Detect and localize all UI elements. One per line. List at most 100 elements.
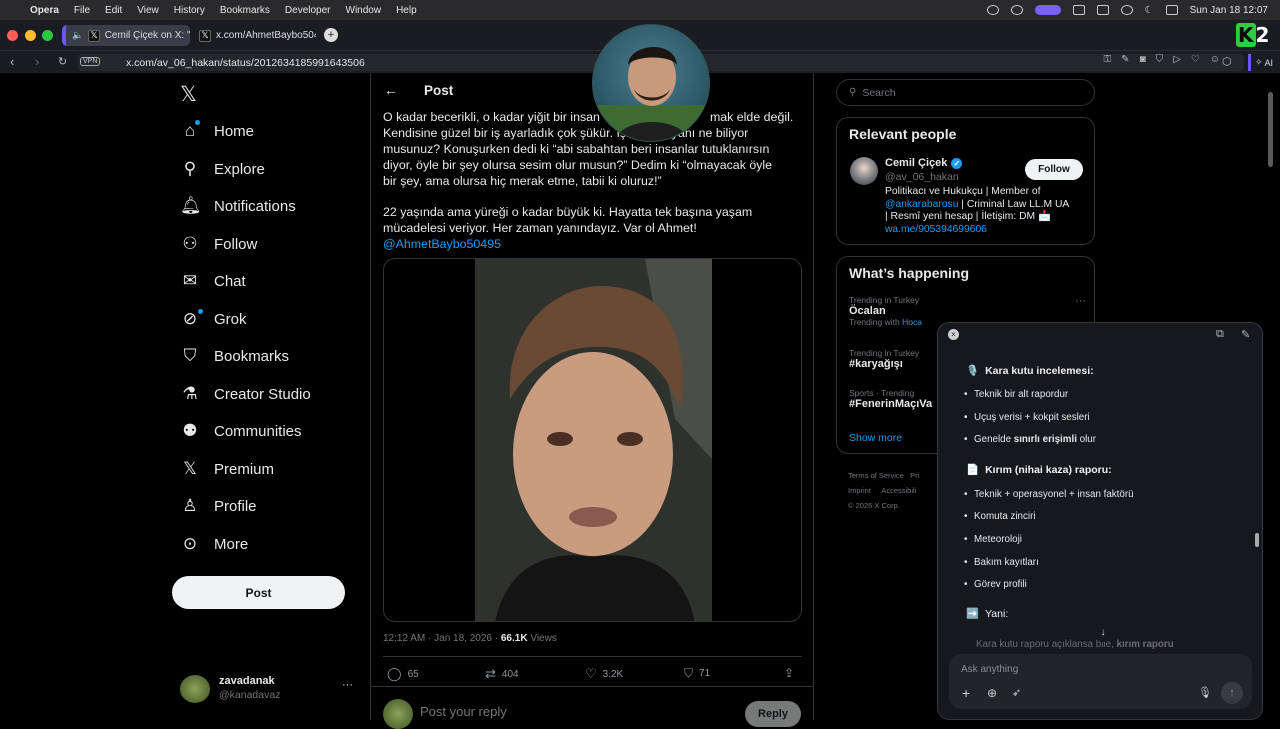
menu-view[interactable]: View [137,5,159,16]
menu-file[interactable]: File [74,5,90,16]
rocket-icon[interactable]: ➶ [1012,686,1021,699]
footer-link[interactable]: Pri [910,471,919,480]
new-chat-icon[interactable]: ✎ [1241,328,1250,341]
camera-icon[interactable]: ◙ [1140,54,1146,65]
account-switcher[interactable]: zavadanak @kanadavaz ··· [180,675,360,705]
page-scrollbar[interactable] [1268,92,1273,167]
menubar-clock[interactable]: Sun Jan 18 12:07 [1190,5,1268,16]
account-icon[interactable]: ☺ [1210,54,1220,65]
sidebar-item-grok[interactable]: ⊘ Grok [180,307,247,331]
mention-link[interactable]: @AhmetBaybo50495 [383,236,803,252]
more-icon[interactable]: ··· [342,679,353,691]
moon-icon[interactable]: ☾ [1145,5,1154,16]
forward-icon[interactable]: › [35,54,39,69]
more-icon[interactable]: ··· [1075,295,1086,307]
edit-icon[interactable]: ✎ [1121,54,1129,65]
status-icon[interactable] [986,5,999,15]
bio-mention-link[interactable]: @ankarabarosu [885,199,958,210]
zoom-window-button[interactable] [42,30,53,41]
shield-icon[interactable]: ⛉ [1156,54,1164,65]
panel-scrollbar[interactable] [1255,533,1259,547]
follow-button[interactable]: Follow [1025,159,1083,180]
bio-link[interactable]: wa.me/905394699606 [885,224,1090,237]
search-input[interactable]: ⚲ Search [836,79,1095,106]
reply-button[interactable]: Reply [745,701,801,727]
like-action[interactable]: ♡ 3.2K [585,666,623,682]
reply-action[interactable]: ◯ 65 [387,666,419,682]
menu-edit[interactable]: Edit [105,5,122,16]
sidebar-item-premium[interactable]: 𝕏 Premium [180,457,274,481]
menu-developer[interactable]: Developer [285,5,331,16]
trend-item[interactable]: Trending in Turkey #karyağışı [849,348,919,370]
send-icon[interactable]: ▷ [1173,54,1181,65]
vpn-badge[interactable]: VPN [80,57,101,66]
url-text[interactable]: x.com/av_06_hakan/status/201263418599164… [126,57,365,69]
sidebar-item-home[interactable]: ⌂ Home [180,119,254,143]
faded-text: Kara kutu raporu açıklansa bile, kırım r… [976,639,1174,650]
trend-extra-link[interactable]: Hoca [902,317,922,327]
reply-input[interactable]: Post your reply [420,704,507,719]
bookmark-action[interactable]: ⛉ 71 [684,666,710,681]
globe-icon[interactable]: ⊕ [987,686,997,700]
sidebar-item-more[interactable]: ⊙ More [180,532,248,556]
sidebar-item-chat[interactable]: ✉ Chat [180,269,246,293]
menu-history[interactable]: History [174,5,205,16]
reload-icon[interactable]: ↻ [58,55,67,68]
menu-help[interactable]: Help [396,5,417,16]
minimize-window-button[interactable] [25,30,36,41]
footer-link[interactable]: Accessibili [881,486,916,495]
trend-item[interactable]: Sports · Trending #FenerinMaçıVa [849,388,932,410]
tab-active[interactable]: 🔈 𝕏 Cemil Çiçek on X: "B [62,25,190,46]
person-name[interactable]: Cemil Çiçek [885,157,947,169]
post-button[interactable]: Post [172,576,345,609]
speaker-icon[interactable]: 🔈 [72,30,83,41]
status-icon[interactable] [1010,5,1023,15]
menu-window[interactable]: Window [346,5,382,16]
x-logo-icon[interactable]: 𝕏 [180,82,197,107]
screen-record-icon[interactable] [1034,5,1061,15]
new-tab-icon[interactable]: + [324,28,338,42]
sidebar-item-follow[interactable]: ⚇ Follow [180,232,257,256]
ai-button[interactable]: ✧ AI [1248,54,1277,71]
sidebar-item-explore[interactable]: ⚲ Explore [180,157,265,181]
tab-inactive[interactable]: 𝕏 x.com/AhmetBaybo504 [193,25,318,46]
video-frame[interactable] [475,259,712,621]
close-icon[interactable]: × [948,329,959,340]
cube-icon[interactable]: ⬡ [1222,55,1232,68]
heart-icon[interactable]: ♡ [1191,54,1200,65]
key-icon[interactable]: ⚿ [1104,54,1112,65]
status-icon[interactable] [1072,5,1085,15]
list-item: Teknik bir alt rapordur [964,389,1068,400]
back-icon[interactable]: ‹ [10,54,14,69]
menu-app-name[interactable]: Opera [30,5,59,16]
copy-icon[interactable]: ⧉ [1216,328,1224,341]
ask-input[interactable]: Ask anything [961,664,1018,675]
person-name-row[interactable]: Cemil Çiçek ✓ [885,157,963,169]
menu-bookmarks[interactable]: Bookmarks [220,5,270,16]
sidebar-item-communities[interactable]: ⚉ Communities [180,419,301,443]
close-window-button[interactable] [7,30,18,41]
person-handle[interactable]: @av_06_hakan [885,171,959,183]
footer-link[interactable]: Imprint [848,486,871,495]
sidebar-item-profile[interactable]: ♙ Profile [180,494,256,518]
play-icon[interactable] [1120,5,1133,15]
copyright: © 2026 X Corp. [848,501,900,510]
control-center-icon[interactable] [1165,5,1178,15]
bio-line: | Criminal Law LL.M UA [958,198,1070,210]
send-button[interactable]: ↑ [1221,682,1243,704]
show-more-link[interactable]: Show more [849,432,902,444]
share-action[interactable]: ⇪ [784,666,794,680]
scroll-down-icon[interactable]: ↓ [1094,624,1112,642]
battery-icon[interactable] [1096,5,1109,15]
avatar[interactable] [850,157,878,185]
post-timestamp[interactable]: 12:12 AM · Jan 18, 2026 · [383,633,501,644]
sidebar-item-notifications[interactable]: 🔔︎ Notifications [180,194,296,218]
plus-icon[interactable]: + [962,685,970,701]
post-video[interactable] [383,258,802,622]
back-arrow-icon[interactable]: ← [384,82,398,98]
sidebar-item-bookmarks[interactable]: ⛉ Bookmarks [180,344,289,368]
microphone-icon[interactable]: 🎙︎ [1198,686,1212,699]
footer-link[interactable]: Terms of Service [848,471,904,480]
sidebar-item-creator-studio[interactable]: ⚗ Creator Studio [180,382,310,406]
repost-action[interactable]: ⇄ 404 [485,666,519,682]
